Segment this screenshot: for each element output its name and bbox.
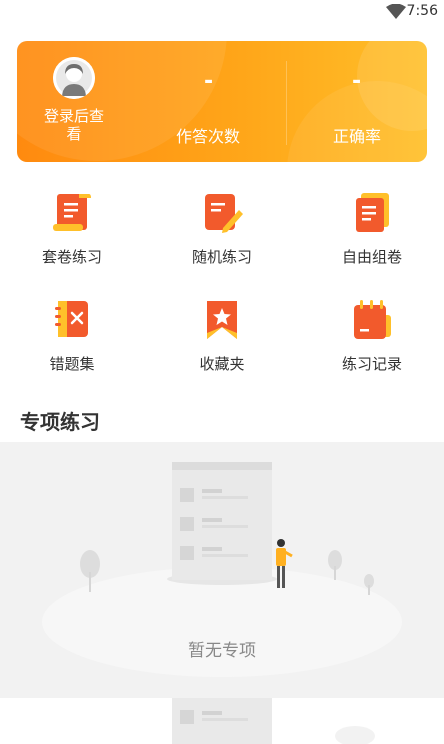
answer-count-label: 作答次数: [176, 127, 241, 146]
wrong-notebook-icon: [49, 297, 95, 343]
menu-item-random[interactable]: 随机练习: [167, 190, 277, 267]
status-time: 7:56: [406, 3, 438, 19]
screen: 7:56 登录后查看 - 作答次数 - 正确率 套卷练习 随机练习 自由组卷 错…: [0, 0, 444, 744]
stacked-paper-icon: [349, 190, 395, 236]
bookmark-star-icon: [199, 297, 245, 343]
section-title: 专项练习: [20, 410, 100, 434]
menu-item-label: 错题集: [49, 355, 95, 373]
menu-item-wrong-questions[interactable]: 错题集: [17, 297, 127, 374]
status-bar: 7:56: [0, 0, 444, 24]
menu-item-full-paper[interactable]: 套卷练习: [17, 190, 127, 267]
user-avatar-icon: [53, 57, 95, 99]
menu-item-custom-paper[interactable]: 自由组卷: [317, 190, 427, 267]
empty-state-text: 暂无专项: [188, 641, 256, 661]
edit-paper-icon: [199, 190, 245, 236]
menu-item-practice-record[interactable]: 练习记录: [317, 297, 427, 374]
menu-item-favorites[interactable]: 收藏夹: [167, 297, 277, 374]
avatar[interactable]: [53, 57, 95, 99]
scroll-paper-icon: [49, 190, 95, 236]
menu-item-label: 收藏夹: [199, 355, 245, 373]
menu-item-label: 自由组卷: [341, 248, 402, 266]
login-prompt[interactable]: 登录后查看: [37, 107, 111, 143]
calendar-record-icon: [349, 297, 395, 343]
empty-illustration-lower: [0, 698, 444, 744]
menu-item-label: 随机练习: [191, 248, 252, 266]
answer-count-value: -: [204, 69, 214, 94]
menu-item-label: 练习记录: [341, 355, 402, 373]
stats-divider: [286, 61, 287, 145]
stats-card: 登录后查看 - 作答次数 - 正确率: [17, 41, 427, 162]
accuracy-label: 正确率: [333, 127, 382, 146]
menu-item-label: 套卷练习: [41, 248, 102, 266]
accuracy-value: -: [352, 69, 362, 94]
wifi-icon: [386, 4, 406, 19]
